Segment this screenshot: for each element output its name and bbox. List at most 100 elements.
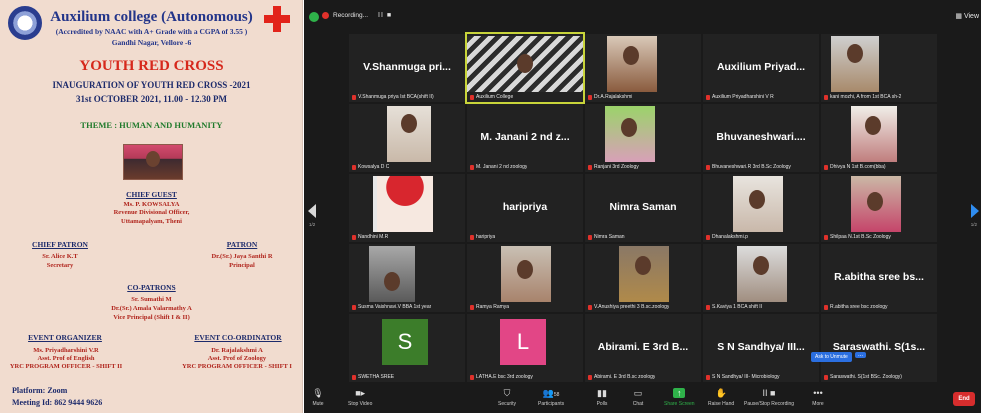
participant-name: kani mozhi, A from 1st BCA sh-2 xyxy=(830,94,902,100)
participant-tile[interactable]: Shilpaa N.1st B.Sc Zoology xyxy=(821,174,937,242)
participant-tile[interactable]: kani mozhi, A from 1st BCA sh-2 xyxy=(821,34,937,102)
mute-button[interactable]: 🎙 Mute xyxy=(312,388,324,407)
participant-display-name: Nimra Saman xyxy=(609,201,677,213)
participant-tile[interactable]: Dhivya N 1st B.com(bba) xyxy=(821,104,937,172)
participant-tile[interactable]: Dhanalakshmi.p xyxy=(703,174,819,242)
muted-microphone-icon xyxy=(352,374,356,380)
participant-name-caption: Bhuvaneshwari.R 3rd B.Sc Zoology xyxy=(706,164,791,170)
muted-microphone-icon xyxy=(352,94,356,100)
muted-microphone-icon xyxy=(706,164,710,170)
participant-tile[interactable]: V.Shanmuga pri... V.Shanmuga priya Ist BC… xyxy=(349,34,465,102)
next-page-arrow-icon[interactable] xyxy=(971,204,979,218)
pause-recording-button[interactable]: II ■ Pause/Stop Recording xyxy=(744,388,794,407)
participant-tile[interactable]: Kowsalya D C xyxy=(349,104,465,172)
participant-name-caption: Saraswathi. S(1st BSc. Zoology) xyxy=(824,374,902,380)
participant-name-caption: Shilpaa N.1st B.Sc Zoology xyxy=(824,234,891,240)
poster-college-name: Auxilium college (Autonomous) xyxy=(50,9,253,25)
poster-theme: THEME : HUMAN AND HUMANITY xyxy=(80,120,223,130)
participant-name: Nandhini M.R xyxy=(358,234,389,240)
more-button[interactable]: ••• More xyxy=(812,388,824,407)
muted-microphone-icon xyxy=(470,304,474,310)
participant-name-caption: V.Anushiya preethi 3 B.sc.zoology xyxy=(588,304,669,310)
chief-patron-role: Secretary xyxy=(46,262,74,269)
view-button[interactable]: ▦ View xyxy=(955,12,979,20)
share-screen-label: Share Screen xyxy=(664,401,695,407)
participant-name: Nimra Saman xyxy=(594,234,625,240)
participant-tile[interactable]: Auxilium Priyad... Auxilium Priyadharshin… xyxy=(703,34,819,102)
participant-tile[interactable]: Bhuvaneshwari.... Bhuvaneshwari.R 3rd B.S… xyxy=(703,104,819,172)
participant-tile[interactable]: Ramya Ramya xyxy=(467,244,583,312)
participant-name-caption: Abirami. E 3rd B.sc zoology xyxy=(588,374,655,380)
participant-display-name: V.Shanmuga pri... xyxy=(363,61,451,73)
participant-name-caption: Dhanalakshmi.p xyxy=(706,234,748,240)
participant-tile[interactable]: Auxilium College xyxy=(465,32,585,104)
participant-tile[interactable]: Abirami. E 3rd B... Abirami. E 3rd B.sc z… xyxy=(585,314,701,382)
participant-name-caption: Kowsalya D C xyxy=(352,164,389,170)
participant-name-caption: Nandhini M.R xyxy=(352,234,388,240)
participant-name: Ramya Ramya xyxy=(476,304,510,310)
participant-name: Susma Vaishnavi.V BBA 1st year xyxy=(358,304,432,310)
participant-name: Kowsalya D C xyxy=(358,164,390,170)
share-screen-button[interactable]: ↑ Share Screen xyxy=(664,388,695,407)
participant-name-caption: Dr.A.Rajalakshmi xyxy=(588,94,632,100)
pause-recording-label: Pause/Stop Recording xyxy=(744,401,795,407)
participant-tile[interactable]: Nandhini M.R xyxy=(349,174,465,242)
participant-face xyxy=(384,272,400,291)
muted-microphone-icon xyxy=(706,234,710,240)
recording-indicator[interactable]: Recording... II ■ xyxy=(322,12,392,19)
participant-face xyxy=(753,256,769,275)
chat-button[interactable]: ▭ Chat xyxy=(632,388,644,407)
participant-display-name: S N Sandhya/ III... xyxy=(717,341,805,353)
ask-to-unmute-button[interactable]: Ask to Unmute xyxy=(811,352,852,362)
participant-name: V.Shanmuga priya Ist BCA(shift II) xyxy=(358,94,434,100)
participant-tile[interactable]: Dr.A.Rajalakshmi xyxy=(585,34,701,102)
participant-tile[interactable]: V.Anushiya preethi 3 B.sc.zoology xyxy=(585,244,701,312)
stop-video-label: Stop Video xyxy=(348,401,373,407)
more-dots-icon: ••• xyxy=(813,388,823,398)
participant-tile[interactable]: Saraswathi. S(1s... Saraswathi. S(1st BSc… xyxy=(821,314,937,382)
co-patron-3: Vice Principal (Shift I & II) xyxy=(113,314,190,321)
participant-tile[interactable]: Ranjani 3rd Zoology xyxy=(585,104,701,172)
patron-name: Dr.(Sr.) Jaya Santhi R xyxy=(211,253,273,260)
participant-tile[interactable]: S N Sandhya/ III... S N Sandhya/ III- Mic… xyxy=(703,314,819,382)
participant-name-caption: SWETHA SREE xyxy=(352,374,394,380)
participant-video xyxy=(369,246,415,302)
participant-tile[interactable]: haripriya haripriya xyxy=(467,174,583,242)
participant-tile[interactable]: S SWETHA SREE xyxy=(349,314,465,382)
chat-label: Chat xyxy=(632,401,644,407)
view-label: View xyxy=(963,13,979,20)
participant-name-caption: kani mozhi, A from 1st BCA sh-2 xyxy=(824,94,901,100)
participant-avatar: L xyxy=(500,319,546,365)
raise-hand-button[interactable]: ✋ Raise Hand xyxy=(708,388,734,407)
participant-name: M. Janani 2 nd zoology xyxy=(476,164,528,170)
poster-accreditation: (Accredited by NAAC with A+ Grade with a… xyxy=(55,27,248,36)
previous-page-arrow-icon[interactable] xyxy=(308,204,316,218)
participants-button[interactable]: 👥58 Participants xyxy=(538,388,564,407)
meeting-controls-toolbar: 🎙 Mute ■▸ Stop Video ⛉ Security 👥58 Part… xyxy=(304,386,981,413)
participant-video xyxy=(467,36,583,92)
muted-microphone-icon xyxy=(470,234,474,240)
end-meeting-button[interactable]: End xyxy=(953,392,975,406)
encryption-shield-icon[interactable] xyxy=(309,12,319,22)
muted-microphone-icon xyxy=(352,164,356,170)
security-button[interactable]: ⛉ Security xyxy=(498,388,516,407)
stop-video-button[interactable]: ■▸ Stop Video xyxy=(348,388,372,407)
participant-tile[interactable]: R.abitha sree bs... R.abitha sree bsc zoo… xyxy=(821,244,937,312)
recording-controls[interactable]: II ■ xyxy=(378,12,392,19)
participant-tile[interactable]: Nimra Saman Nimra Saman xyxy=(585,174,701,242)
participant-tile[interactable]: S.Kaviya 1 BCA shift II xyxy=(703,244,819,312)
participant-video xyxy=(851,106,897,162)
participant-name-caption: Auxilium Priyadharshini V R xyxy=(706,94,774,100)
participant-video xyxy=(851,176,901,232)
participant-face xyxy=(635,256,651,275)
participant-tile[interactable]: M. Janani 2 nd z... M. Janani 2 nd zoolog… xyxy=(467,104,583,172)
muted-microphone-icon xyxy=(352,234,356,240)
chat-bubble-icon: ▭ xyxy=(633,388,643,398)
polls-button[interactable]: ▮▮ Polls xyxy=(596,388,608,407)
participant-name-caption: haripriya xyxy=(470,234,495,240)
participant-tile[interactable]: Susma Vaishnavi.V BBA 1st year xyxy=(349,244,465,312)
participant-name: S N Sandhya/ III- Microbiology xyxy=(712,374,780,380)
participant-name: Ranjani 3rd Zoology xyxy=(594,164,639,170)
tile-more-options-button[interactable]: ... xyxy=(855,352,867,358)
participant-tile[interactable]: L LATHA.E bsc 3rd zoology xyxy=(467,314,583,382)
